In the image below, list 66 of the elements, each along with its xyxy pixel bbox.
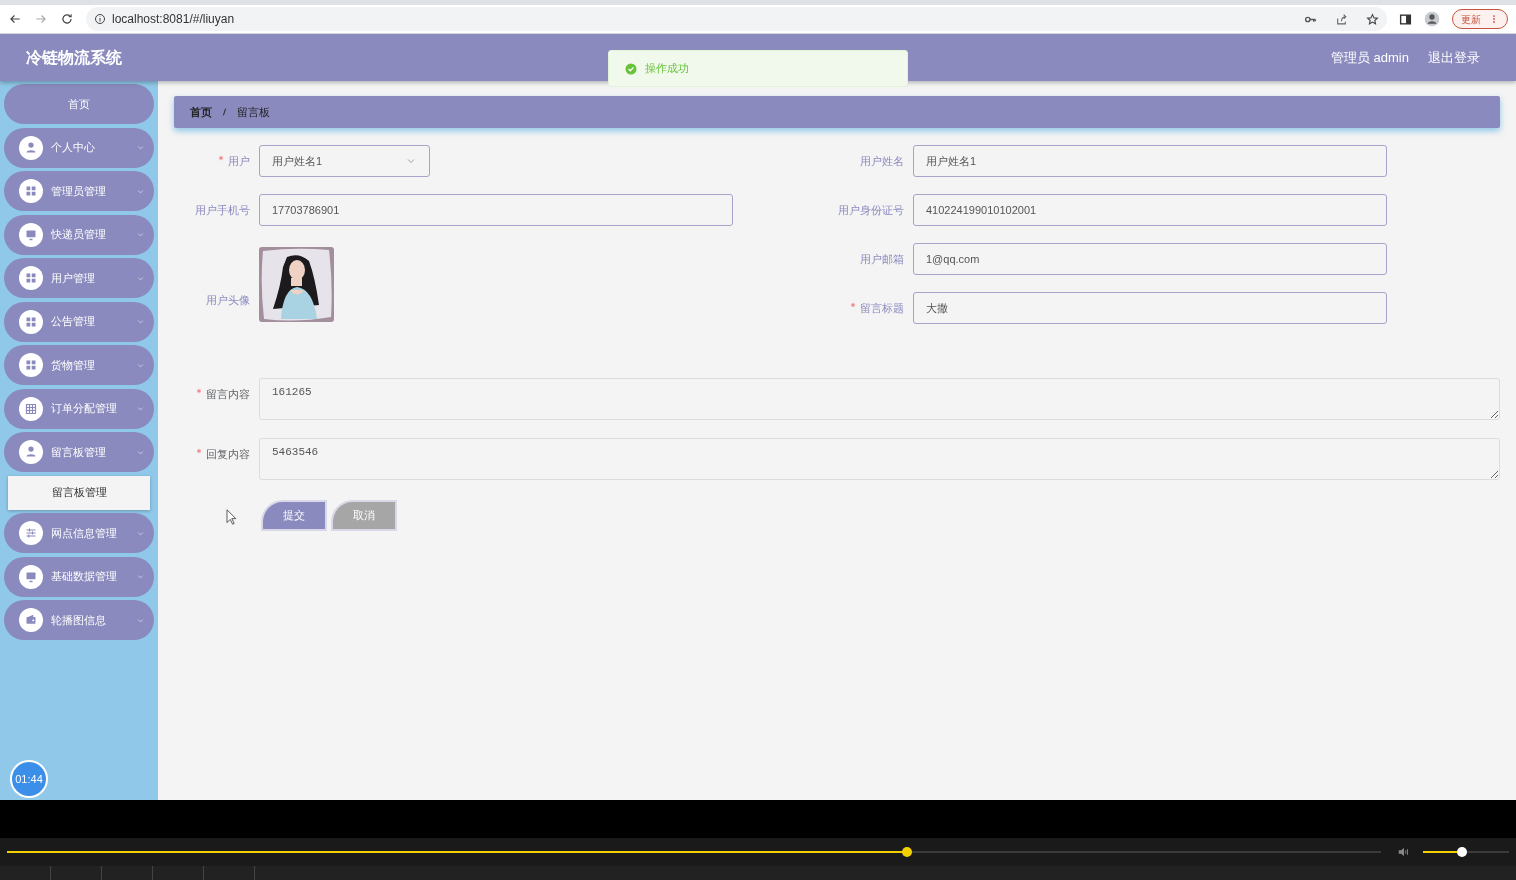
- field-label: 留言内容: [206, 387, 250, 402]
- volume-thumb[interactable]: [1456, 847, 1467, 857]
- share-icon[interactable]: [1335, 12, 1348, 26]
- menu-label: 留言板管理: [51, 444, 107, 460]
- menu-label: 公告管理: [51, 314, 96, 330]
- field-label: 用户邮箱: [860, 251, 904, 267]
- sidebar-item[interactable]: 轮播图信息: [4, 600, 154, 640]
- back-icon[interactable]: [8, 12, 22, 26]
- logout-link[interactable]: 退出登录: [1428, 47, 1480, 68]
- app-title: 冷链物流系统: [26, 47, 122, 68]
- sidebar-item[interactable]: 个人中心: [4, 127, 154, 168]
- profile-icon[interactable]: [1424, 11, 1440, 27]
- user-select[interactable]: 用户姓名1: [259, 145, 430, 177]
- star-icon[interactable]: [1366, 12, 1379, 26]
- menu-label: 基础数据管理: [51, 569, 118, 585]
- text-area[interactable]: 5463546: [259, 438, 1500, 480]
- breadcrumb-link[interactable]: 留言板: [237, 103, 270, 121]
- field-label: 留言标题: [860, 300, 904, 316]
- breadcrumb-link[interactable]: 首页: [190, 103, 212, 121]
- menu-label: 用户管理: [51, 270, 96, 286]
- cursor-icon: [225, 509, 237, 525]
- timer-badge: 01:44: [10, 760, 48, 798]
- field-label: 用户: [228, 153, 250, 169]
- field-label: 回复内容: [206, 447, 250, 462]
- sidebar-item[interactable]: 首页: [4, 84, 154, 124]
- info-icon[interactable]: [94, 13, 106, 25]
- field-label: 用户头像: [206, 292, 250, 308]
- menu-label: 货物管理: [51, 357, 96, 373]
- text-area[interactable]: 161265: [259, 378, 1500, 420]
- sidebar-item[interactable]: 用户管理: [4, 258, 154, 298]
- menu-label: 快递员管理: [51, 227, 107, 243]
- sidebar-item[interactable]: 货物管理: [4, 345, 154, 385]
- address-bar[interactable]: localhost:8081/#/liuyan: [86, 7, 1387, 31]
- url-text: localhost:8081/#/liuyan: [112, 11, 235, 28]
- sidebar-item[interactable]: 留言板管理: [4, 432, 154, 472]
- input-field[interactable]: 用户姓名1: [913, 145, 1387, 177]
- separator-icon: [220, 107, 229, 117]
- submenu-item[interactable]: 留言板管理: [8, 475, 150, 510]
- success-icon: [625, 62, 637, 75]
- sidebar-item[interactable]: 公告管理: [4, 301, 154, 342]
- volume-icon[interactable]: [1397, 845, 1411, 859]
- input-field[interactable]: 1@qq.com: [913, 243, 1387, 275]
- menu-label: 轮播图信息: [51, 612, 107, 628]
- sidebar-item[interactable]: 基础数据管理: [4, 556, 154, 597]
- input-field[interactable]: 大撒: [913, 292, 1387, 324]
- sidebar-item[interactable]: 快递员管理: [4, 214, 154, 255]
- input-field[interactable]: 17703786901: [259, 194, 733, 226]
- menu-label: 订单分配管理: [51, 401, 118, 417]
- input-field[interactable]: 410224199010102001: [913, 194, 1387, 226]
- menu-label: 个人中心: [51, 140, 96, 156]
- update-button[interactable]: 更新: [1452, 9, 1508, 29]
- progress-thumb[interactable]: [901, 847, 912, 857]
- sidebar-item[interactable]: 网点信息管理: [4, 513, 154, 553]
- menu-label: 网点信息管理: [51, 525, 118, 541]
- cancel-button[interactable]: 取消: [331, 500, 397, 531]
- user-name: 管理员 admin: [1330, 48, 1409, 67]
- field-label: 用户姓名: [860, 153, 904, 169]
- sidebar-item[interactable]: 订单分配管理: [4, 388, 154, 429]
- toast-message: 操作成功: [645, 61, 689, 77]
- field-label: 用户手机号: [195, 202, 250, 218]
- field-label: 用户身份证号: [838, 202, 904, 218]
- reload-icon[interactable]: [60, 12, 74, 26]
- menu-label: 管理员管理: [51, 183, 107, 199]
- sidebar-item[interactable]: 管理员管理: [4, 171, 154, 211]
- submit-button[interactable]: 提交: [261, 500, 327, 531]
- side-panel-icon[interactable]: [1399, 12, 1412, 26]
